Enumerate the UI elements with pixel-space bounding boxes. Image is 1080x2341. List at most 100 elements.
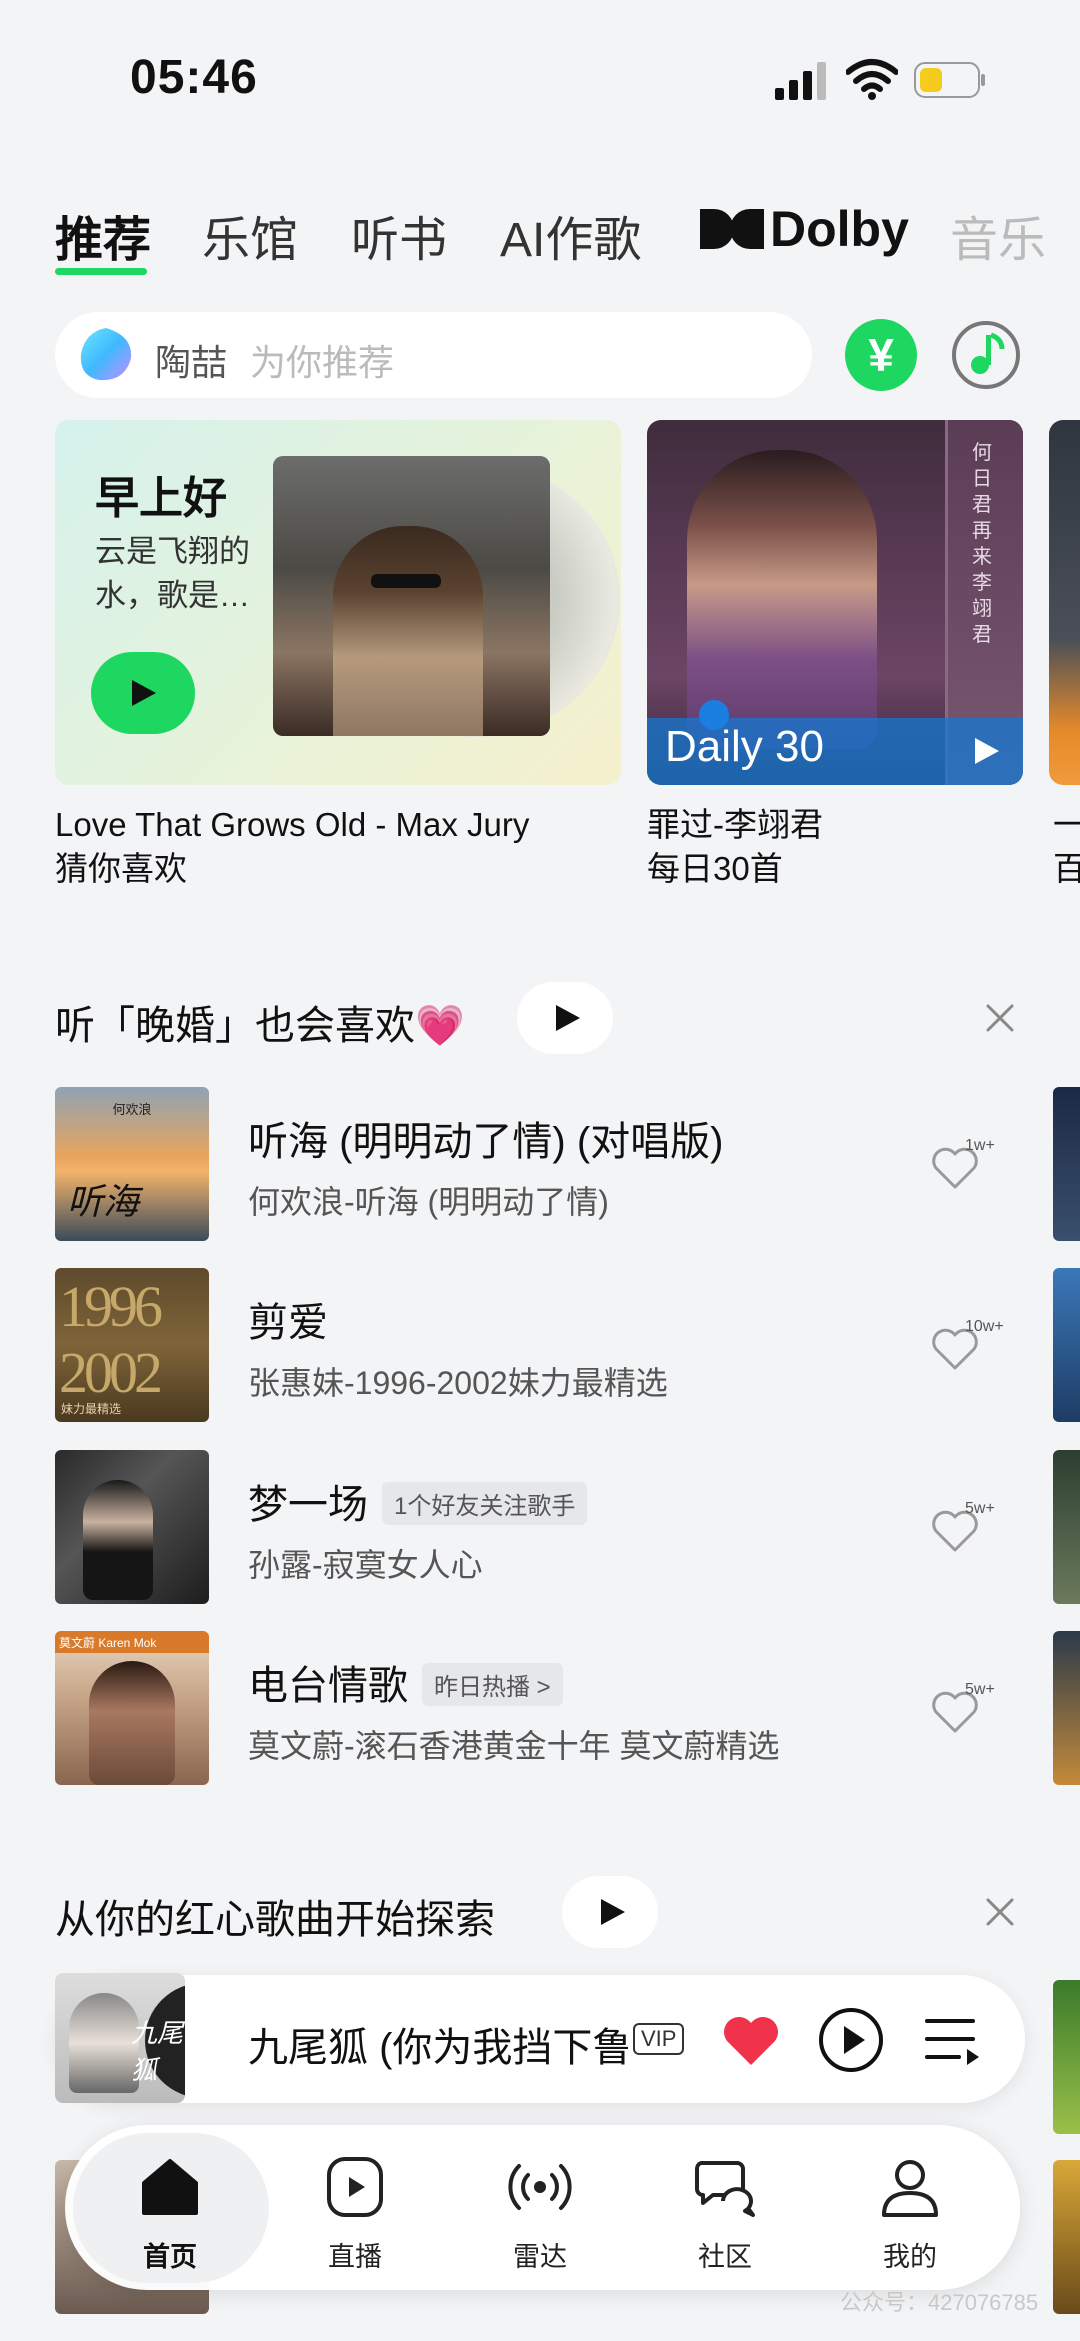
- cover-years: 1996 2002: [59, 1274, 163, 1405]
- morning-play-button[interactable]: [91, 652, 195, 734]
- tab-dolby[interactable]: Dolby: [700, 200, 909, 258]
- next-card-peek[interactable]: [1049, 420, 1080, 785]
- nav-profile-label: 我的: [883, 2242, 937, 2272]
- song-peek[interactable]: [1053, 1980, 1080, 2134]
- live-play-icon: [327, 2157, 383, 2217]
- close-icon[interactable]: [985, 1003, 1015, 1033]
- song-title-text: 梦一场: [248, 1483, 368, 1527]
- album-cover: [273, 456, 550, 736]
- tab-audiobooks[interactable]: 听书: [351, 200, 447, 270]
- song-peek[interactable]: [1053, 1268, 1080, 1422]
- play-icon: [556, 1005, 580, 1031]
- card-caption-sub: 百: [1053, 850, 1080, 887]
- nav-home[interactable]: 首页: [95, 2125, 245, 2290]
- heart-filled-icon[interactable]: [720, 2013, 782, 2069]
- song-artist-album: 何欢浪-听海 (明明动了情): [248, 1184, 609, 1220]
- dolby-logo-icon: [700, 209, 764, 249]
- mini-player-cover: 九尾狐: [55, 1973, 185, 2103]
- cover-text: 九尾狐: [131, 2018, 184, 2085]
- song-title: 听海 (明明动了情) (对唱版): [248, 1120, 724, 1164]
- vip-badge: VIP: [633, 2023, 685, 2055]
- song-artist-album: 孙露-寂寞女人心: [248, 1547, 483, 1583]
- nav-community[interactable]: 社区: [650, 2125, 800, 2290]
- nav-live[interactable]: 直播: [280, 2125, 430, 2290]
- playlist-icon[interactable]: [925, 2015, 981, 2065]
- song-peek[interactable]: [1053, 1631, 1080, 1785]
- close-icon[interactable]: [985, 1897, 1015, 1927]
- cover-vertical-text: 何日君再来 李翊君: [972, 442, 992, 646]
- song-row[interactable]: 梦一场 1个好友关注歌手 孙露-寂寞女人心 5w+: [55, 1450, 1080, 1605]
- like-count: 5w+: [965, 1681, 995, 1698]
- morning-card[interactable]: 早上好 云是飞翔的水，歌是…: [55, 420, 621, 785]
- nav-radar-label: 雷达: [513, 2242, 567, 2272]
- song-row[interactable]: 何欢浪 听海 听海 (明明动了情) (对唱版) 何欢浪-听海 (明明动了情) 1…: [55, 1087, 1080, 1242]
- song-cover: 何欢浪 听海: [55, 1087, 209, 1241]
- search-bar[interactable]: 陶喆 为你推荐: [55, 312, 812, 398]
- card-caption-title[interactable]: Love That Grows Old - Max Jury: [55, 803, 529, 847]
- like-count: 10w+: [965, 1318, 1004, 1335]
- card-caption-sub: 猜你喜欢: [55, 850, 187, 887]
- morning-description: 云是飞翔的水，歌是…: [95, 534, 250, 613]
- search-hint: 为你推荐: [250, 342, 395, 383]
- nav-profile[interactable]: 我的: [835, 2125, 985, 2290]
- song-cover: 莫文蔚 Karen Mok: [55, 1631, 209, 1785]
- card-caption-title[interactable]: 罪过-李翊君: [647, 803, 823, 847]
- play-icon[interactable]: [973, 736, 1001, 766]
- song-row[interactable]: 1996 2002 妹力最精选 剪爱 张惠妹-1996-2002妹力最精选 10…: [55, 1268, 1080, 1423]
- daily30-card[interactable]: 何日君再来 李翊君 Daily 30: [647, 420, 1023, 785]
- mini-player-title: 九尾狐 (你为我挡下鲁: [248, 2026, 628, 2070]
- home-icon: [142, 2159, 198, 2215]
- song-title: 剪爱: [248, 1301, 328, 1345]
- song-cover: [55, 1450, 209, 1604]
- daily30-label: Daily 30: [665, 722, 824, 771]
- card-caption-title[interactable]: 一: [1053, 803, 1080, 847]
- nav-radar[interactable]: 雷达: [465, 2125, 615, 2290]
- play-circle-icon[interactable]: [818, 2007, 884, 2073]
- morning-greeting: 早上好: [95, 474, 227, 523]
- wifi-icon: [846, 59, 898, 100]
- search-keyword: 陶喆: [155, 342, 228, 383]
- song-title: 电台情歌 昨日热播 >: [248, 1653, 563, 1711]
- tab-music-hall[interactable]: 乐馆: [202, 200, 298, 270]
- cover-text: 何欢浪: [112, 1102, 152, 1117]
- song-peek[interactable]: [1053, 2160, 1080, 2314]
- section-title-similar: 听「晚婚」也会喜欢💗: [55, 1004, 465, 1048]
- like-count: 1w+: [965, 1137, 995, 1154]
- play-icon: [132, 680, 156, 706]
- profile-icon: [882, 2160, 938, 2217]
- cover-text: 莫文蔚 Karen Mok: [59, 1636, 157, 1650]
- mini-player[interactable]: 九尾狐 九尾狐 (你为我挡下鲁 VIP: [55, 1973, 1025, 2103]
- song-cover: 1996 2002 妹力最精选: [55, 1268, 209, 1422]
- cover-script: 听海: [67, 1181, 140, 1222]
- section-title-explore: 从你的红心歌曲开始探索: [55, 1898, 495, 1942]
- song-row[interactable]: 莫文蔚 Karen Mok 电台情歌 昨日热播 > 莫文蔚-滚石香港黄金十年 莫文…: [55, 1631, 1080, 1786]
- tab-recommend[interactable]: 推荐: [55, 200, 151, 270]
- active-tab-indicator: [55, 268, 147, 275]
- song-peek[interactable]: [1053, 1450, 1080, 1604]
- yesterday-hot-tag[interactable]: 昨日热播 >: [422, 1662, 563, 1706]
- song-title-text: 电台情歌: [248, 1664, 408, 1708]
- app-screen: 05:46 推荐 乐馆 听书 AI作歌 Dolby 音乐 陶喆 为你推荐 ¥ 早…: [0, 0, 1080, 2341]
- friend-follow-tag: 1个好友关注歌手: [382, 1481, 588, 1525]
- dolby-label: Dolby: [770, 201, 909, 257]
- tab-music-more[interactable]: 音乐: [950, 200, 1046, 270]
- cover-person: [333, 526, 483, 736]
- nav-live-label: 直播: [328, 2242, 382, 2272]
- play-icon: [601, 1899, 625, 1925]
- card-caption-sub: 每日30首: [647, 850, 783, 887]
- community-icon: [695, 2161, 755, 2217]
- song-peek[interactable]: [1053, 1087, 1080, 1241]
- status-time: 05:46: [130, 51, 258, 104]
- section-play-button[interactable]: [562, 1876, 658, 1948]
- nav-community-label: 社区: [698, 2242, 752, 2272]
- top-tab-bar: 推荐 乐馆 听书 AI作歌 Dolby 音乐: [55, 200, 1080, 280]
- song-artist-album: 莫文蔚-滚石香港黄金十年 莫文蔚精选: [248, 1728, 780, 1764]
- section-play-button[interactable]: [517, 982, 613, 1054]
- tab-ai-compose[interactable]: AI作歌: [500, 200, 641, 270]
- music-recognition-icon[interactable]: [950, 319, 1022, 391]
- signal-icon: [775, 62, 826, 100]
- vip-yen-button[interactable]: ¥: [845, 319, 917, 391]
- status-bar: 05:46: [0, 0, 1080, 150]
- cover-text: 妹力最精选: [61, 1402, 122, 1416]
- nav-home-label: 首页: [143, 2242, 197, 2272]
